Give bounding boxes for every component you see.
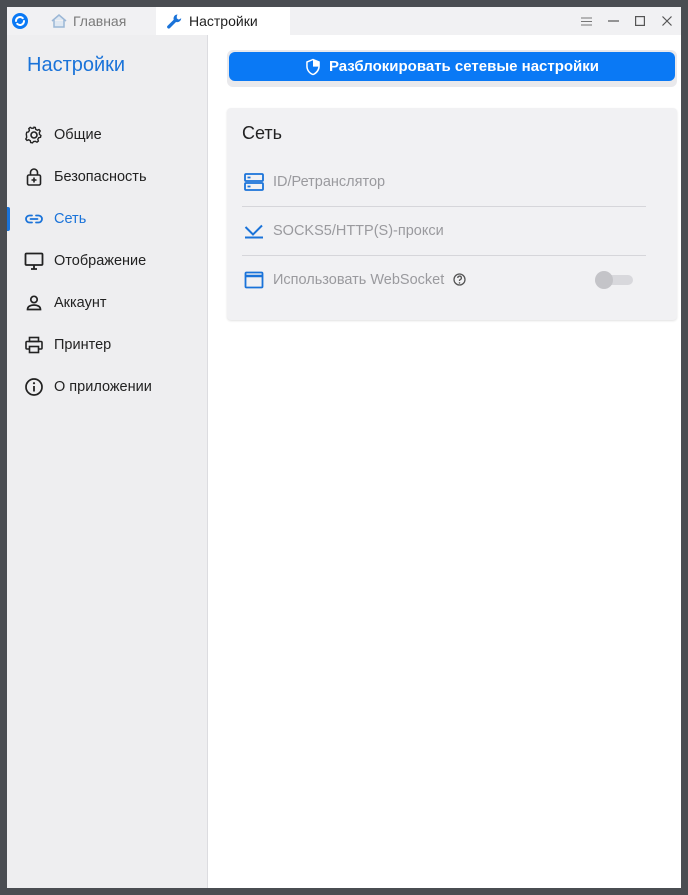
sidebar-item-general[interactable]: Общие <box>7 117 207 153</box>
sidebar-item-label: Аккаунт <box>54 295 107 311</box>
main-content: Разблокировать сетевые настройки Сеть ID… <box>208 35 681 888</box>
network-section-title: Сеть <box>242 123 283 143</box>
unlock-button-container: Разблокировать сетевые настройки <box>227 50 677 87</box>
network-card: Сеть ID/Ретранслятор SOCKS5/HTTP(S)-прок… <box>227 108 677 320</box>
sidebar: Настройки Общие Безопасность Сеть Отобра… <box>7 35 208 888</box>
relay-server-row[interactable]: ID/Ретранслятор <box>242 158 646 207</box>
websocket-row: Использовать WebSocket <box>242 256 646 304</box>
window-icon <box>244 271 264 289</box>
person-icon <box>26 295 42 311</box>
help-icon[interactable] <box>453 273 466 286</box>
close-icon <box>662 16 672 26</box>
tab-label: Главная <box>73 13 127 29</box>
sidebar-title: Настройки <box>27 54 126 76</box>
proxy-row[interactable]: SOCKS5/HTTP(S)-прокси <box>242 207 646 256</box>
menu-icon <box>580 17 592 25</box>
minimize-icon <box>607 20 619 22</box>
sidebar-item-printer[interactable]: Принтер <box>7 327 207 363</box>
websocket-label: Использовать WebSocket <box>273 272 445 288</box>
printer-icon <box>25 336 43 354</box>
sidebar-item-label: Безопасность <box>54 169 147 185</box>
sidebar-item-label: Общие <box>54 127 102 143</box>
maximize-button[interactable] <box>627 7 653 35</box>
proxy-icon <box>244 224 263 239</box>
close-button[interactable] <box>654 7 680 35</box>
wrench-icon <box>167 14 182 29</box>
toggle-knob <box>595 271 613 289</box>
sidebar-item-label: О приложении <box>54 379 152 395</box>
maximize-icon <box>635 16 645 26</box>
link-icon <box>25 214 43 224</box>
sidebar-item-security[interactable]: Безопасность <box>7 159 207 195</box>
sidebar-item-account[interactable]: Аккаунт <box>7 285 207 321</box>
shield-icon <box>306 58 320 75</box>
lock-icon <box>26 168 42 186</box>
sidebar-item-display[interactable]: Отображение <box>7 243 207 279</box>
sidebar-item-label: Принтер <box>54 337 112 353</box>
active-indicator <box>7 207 10 231</box>
sidebar-item-network[interactable]: Сеть <box>7 201 207 237</box>
unlock-button-label: Разблокировать сетевые настройки <box>328 58 600 75</box>
home-icon <box>51 14 67 28</box>
app-window: Главная Настройки Настройки Общие Безопа… <box>7 7 681 888</box>
sidebar-item-label: Отображение <box>54 253 147 269</box>
monitor-icon <box>24 252 44 270</box>
row-label: ID/Ретранслятор <box>273 174 386 190</box>
tab-settings[interactable]: Настройки <box>156 7 290 35</box>
server-icon <box>244 173 264 191</box>
gear-icon <box>24 126 42 144</box>
tab-home[interactable]: Главная <box>41 7 153 35</box>
sidebar-item-about[interactable]: О приложении <box>7 369 207 405</box>
websocket-toggle[interactable] <box>595 271 633 289</box>
sidebar-item-label: Сеть <box>54 211 87 227</box>
menu-button[interactable] <box>573 7 599 35</box>
info-icon <box>25 378 43 396</box>
app-logo-icon <box>12 13 28 29</box>
row-label: SOCKS5/HTTP(S)-прокси <box>273 223 444 239</box>
unlock-network-settings-button[interactable]: Разблокировать сетевые настройки <box>229 52 675 81</box>
tab-label: Настройки <box>189 13 258 29</box>
minimize-button[interactable] <box>600 7 626 35</box>
row-label: Использовать WebSocket <box>273 272 466 288</box>
title-bar: Главная Настройки <box>7 7 681 35</box>
